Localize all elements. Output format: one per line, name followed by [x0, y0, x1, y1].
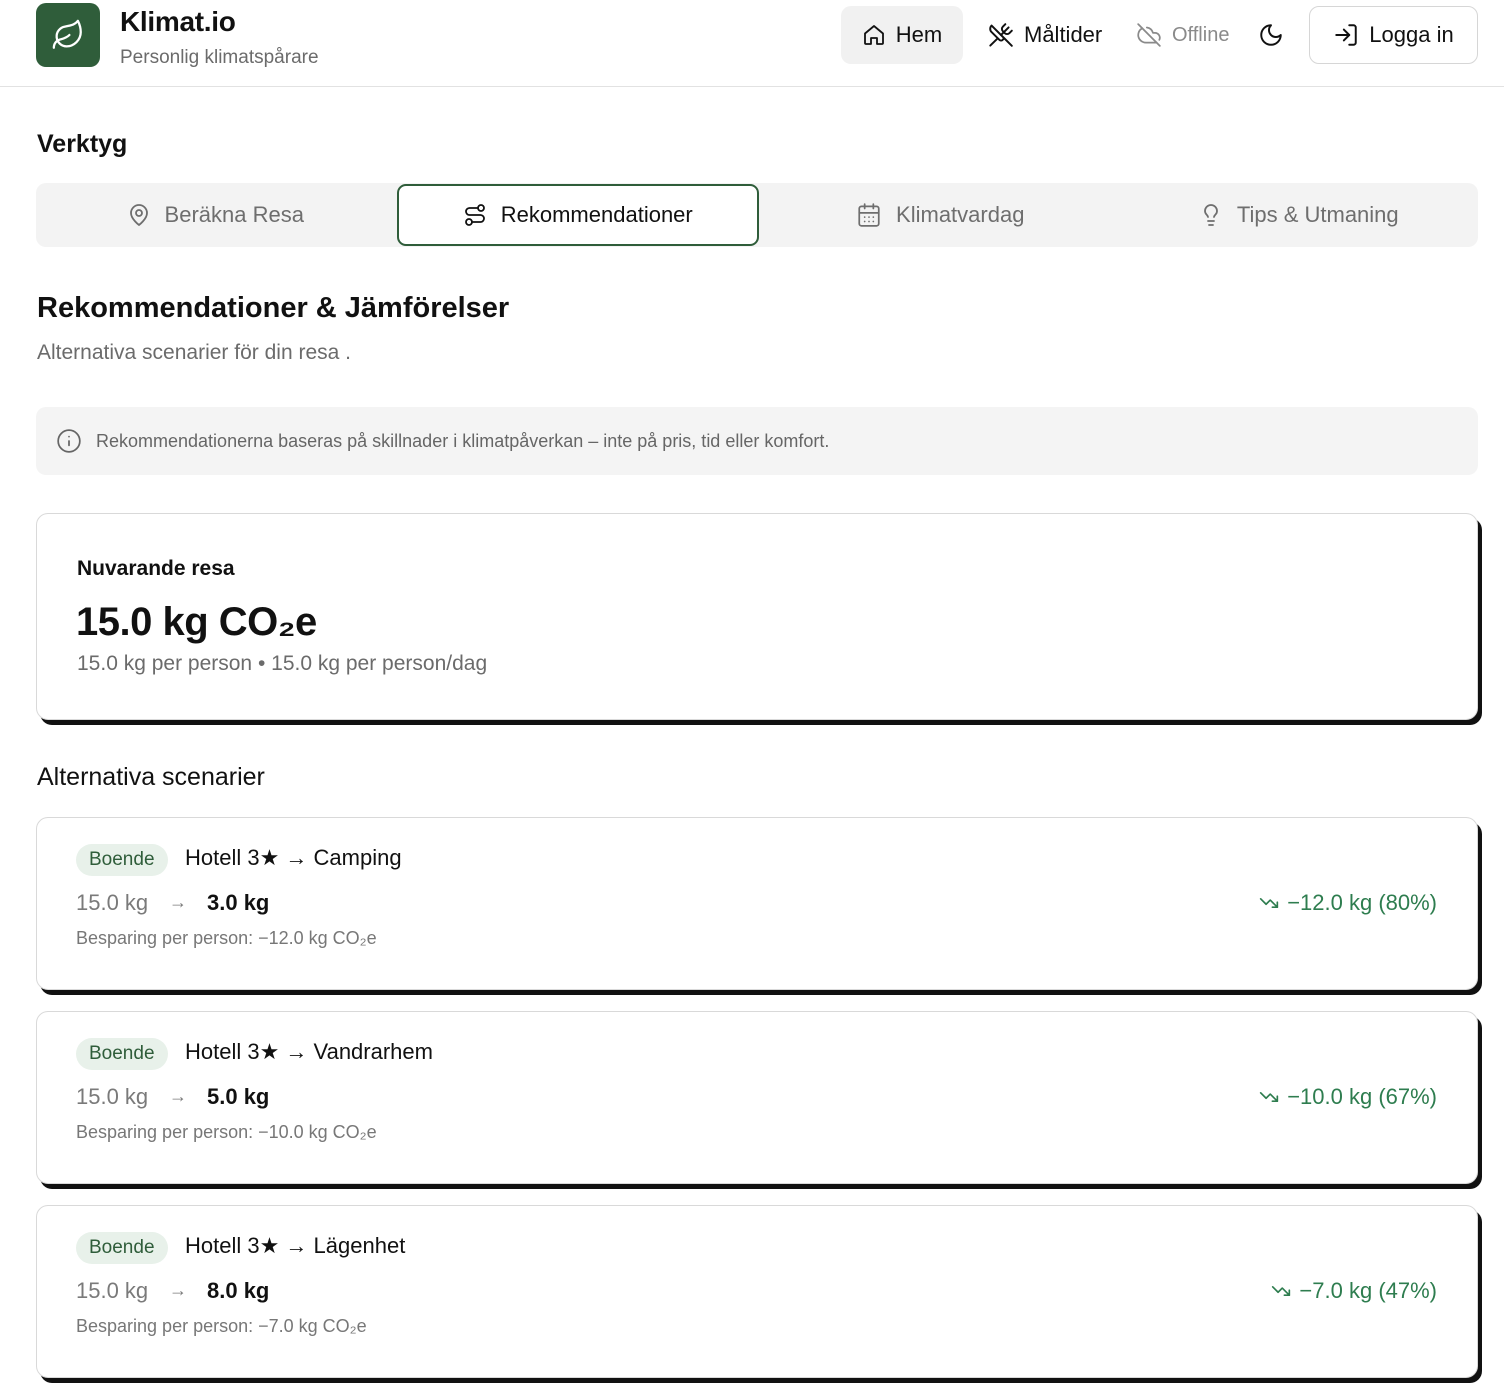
category-badge: Boende: [76, 844, 168, 876]
scenario-delta: −10.0 kg (67%): [1259, 1084, 1437, 1110]
scenario-from-value: 15.0 kg: [76, 890, 149, 915]
scenario-delta: −12.0 kg (80%): [1259, 890, 1437, 916]
tab-rekommendationer-label: Rekommendationer: [500, 202, 693, 227]
info-icon: [57, 429, 81, 453]
tab-berakna-resa[interactable]: Beräkna Resa: [36, 183, 395, 247]
lightbulb-icon: [1203, 204, 1218, 226]
leaf-icon: [52, 19, 82, 49]
current-trip-card: Nuvarande resa 15.0 kg CO₂e 15.0 kg per …: [36, 513, 1478, 720]
info-text: Rekommendationerna baseras på skillnader…: [96, 430, 830, 451]
cloud-off-icon: [1137, 23, 1161, 47]
tools-heading: Verktyg: [37, 130, 128, 158]
scenario-to-value: 5.0 kg: [207, 1084, 270, 1109]
scenario-delta-value: −10.0 kg (67%): [1287, 1084, 1437, 1109]
tab-tips-utmaning[interactable]: Tips & Utmaning: [1120, 183, 1479, 247]
scenario-card-vandrarhem[interactable]: Boende Hotell 3★ → Vandrarhem 15.0 kg → …: [36, 1011, 1478, 1184]
page-title: Rekommendationer & Jämförelser: [37, 292, 510, 324]
nav-maltider-label: Måltider: [1024, 22, 1103, 47]
scenario-title: Hotell 3★ → Lägenhet: [185, 1233, 406, 1258]
log-in-icon: [1335, 24, 1358, 46]
arrow-right-icon: →: [169, 892, 187, 912]
logo[interactable]: [36, 3, 100, 67]
trending-down-icon: [1272, 1286, 1291, 1296]
nav-hem-button[interactable]: Hem: [841, 6, 963, 64]
info-banner: Rekommendationerna baseras på skillnader…: [36, 407, 1478, 475]
login-button[interactable]: Logga in: [1309, 6, 1478, 64]
tab-rekommendationer[interactable]: Rekommendationer: [396, 184, 759, 246]
brand-title: Klimat.io: [120, 6, 236, 37]
tab-berakna-resa-label: Beräkna Resa: [164, 202, 304, 227]
utensils-crossed-icon: [989, 23, 1013, 47]
scenario-title: Hotell 3★ → Vandrarhem: [185, 1039, 433, 1064]
scenario-from-value: 15.0 kg: [76, 1084, 149, 1109]
home-icon: [863, 25, 884, 45]
page-subtitle: Alternativa scenarier för din resa .: [37, 341, 351, 364]
tools-tab-bar: Beräkna Resa Rekommendationer Klimatvard…: [36, 183, 1478, 247]
moon-icon: [1260, 24, 1282, 46]
current-trip-value: 15.0 kg CO₂e: [76, 600, 317, 644]
offline-status: Offline: [1136, 6, 1229, 64]
tab-tips-utmaning-label: Tips & Utmaning: [1236, 202, 1399, 227]
theme-toggle-button[interactable]: [1255, 6, 1287, 64]
brand-subtitle: Personlig klimatspårare: [120, 47, 319, 68]
category-badge: Boende: [76, 1232, 168, 1264]
offline-label: Offline: [1172, 23, 1230, 46]
scenario-card-camping[interactable]: Boende Hotell 3★ → Camping 15.0 kg → 3.0…: [36, 817, 1478, 990]
trending-down-icon: [1260, 898, 1279, 908]
current-trip-label: Nuvarande resa: [77, 557, 235, 580]
nav-maltider-button[interactable]: Måltider: [988, 6, 1102, 64]
nav-hem-label: Hem: [895, 22, 943, 47]
app-header: Klimat.io Personlig klimatspårare Hem Må…: [0, 0, 1504, 87]
tab-klimatvardag-label: Klimatvardag: [896, 202, 1025, 227]
trending-down-icon: [1260, 1092, 1279, 1102]
scenario-title: Hotell 3★ → Camping: [185, 845, 402, 870]
scenario-from-value: 15.0 kg: [76, 1278, 149, 1303]
scenario-saving: Besparing per person: −7.0 kg CO₂e: [76, 1316, 367, 1336]
arrow-right-icon: →: [169, 1086, 187, 1106]
scenario-to-value: 3.0 kg: [207, 890, 270, 915]
arrow-right-icon: →: [169, 1280, 187, 1300]
scenario-saving: Besparing per person: −10.0 kg CO₂e: [76, 1122, 377, 1142]
map-pin-icon: [129, 204, 148, 226]
category-badge: Boende: [76, 1038, 168, 1070]
scenario-to-value: 8.0 kg: [207, 1278, 270, 1303]
scenario-card-lagenhet[interactable]: Boende Hotell 3★ → Lägenhet 15.0 kg → 8.…: [36, 1205, 1478, 1378]
login-label: Logga in: [1369, 22, 1454, 47]
route-icon: [464, 204, 485, 226]
tab-klimatvardag[interactable]: Klimatvardag: [761, 183, 1120, 247]
scenario-saving: Besparing per person: −12.0 kg CO₂e: [76, 928, 377, 948]
scenario-delta: −7.0 kg (47%): [1271, 1278, 1437, 1304]
scenario-delta-value: −7.0 kg (47%): [1299, 1278, 1437, 1303]
calendar-icon: [858, 203, 880, 227]
scenario-delta-value: −12.0 kg (80%): [1287, 890, 1437, 915]
current-trip-details: 15.0 kg per person • 15.0 kg per person/…: [77, 652, 488, 675]
alternatives-heading: Alternativa scenarier: [37, 763, 265, 791]
